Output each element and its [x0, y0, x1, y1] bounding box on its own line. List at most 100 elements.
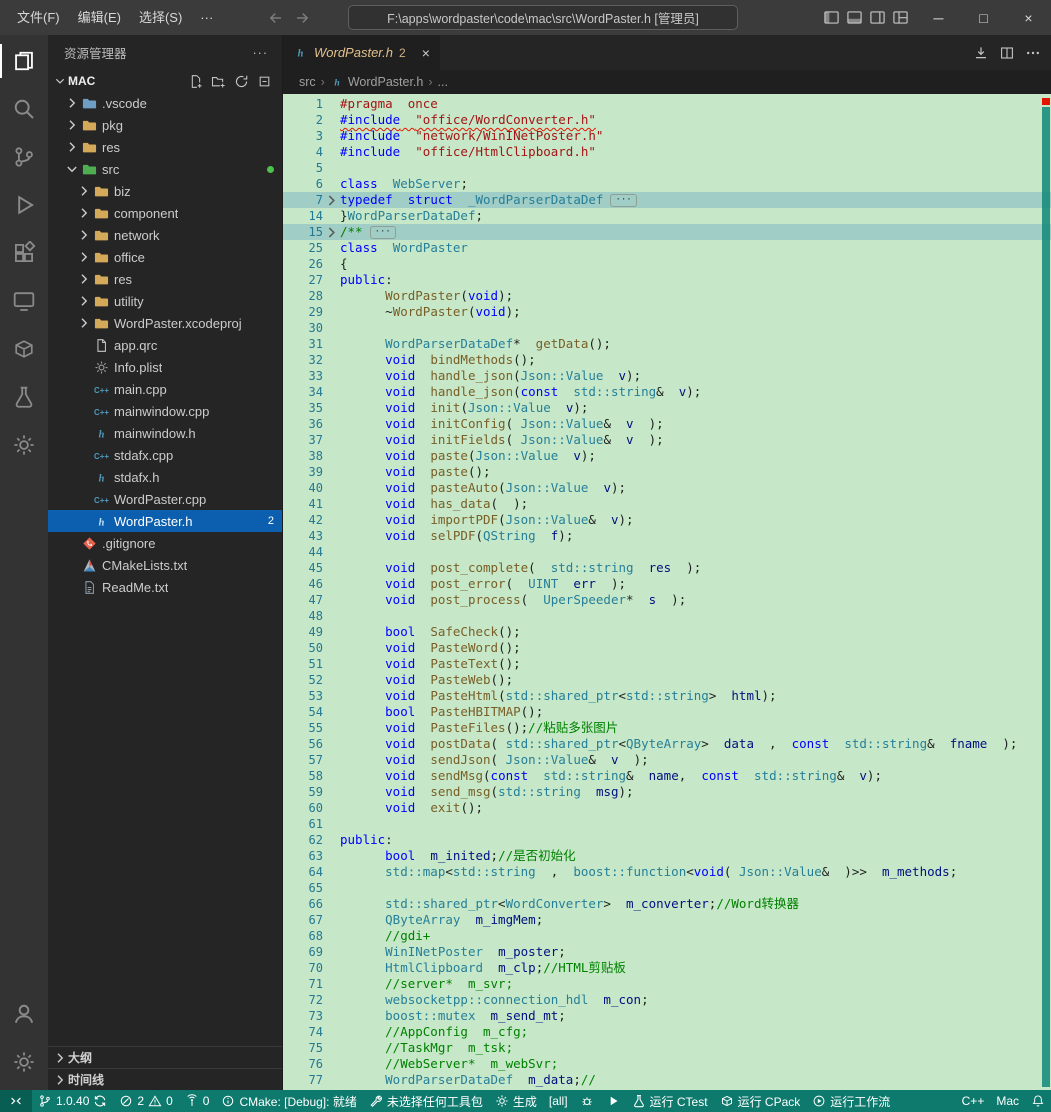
- explorer-section-mac[interactable]: MAC: [48, 70, 282, 92]
- close-button[interactable]: ×: [1006, 0, 1051, 35]
- code-line-54[interactable]: 54 bool PasteHBITMAP();: [283, 704, 1051, 720]
- explorer-more-actions[interactable]: ···: [253, 46, 269, 60]
- breadcrumb-item-src[interactable]: src: [299, 75, 316, 89]
- tab-close-icon[interactable]: ×: [422, 45, 430, 61]
- chevron-right-icon[interactable]: [64, 95, 80, 111]
- code-line-49[interactable]: 49 bool SafeCheck();: [283, 624, 1051, 640]
- code-line-53[interactable]: 53 void PasteHtml(std::shared_ptr<std::s…: [283, 688, 1051, 704]
- panel-大纲[interactable]: 大纲: [48, 1046, 282, 1068]
- chevron-right-icon[interactable]: [76, 205, 92, 221]
- code-line-59[interactable]: 59 void send_msg(std::string msg);: [283, 784, 1051, 800]
- minimize-button[interactable]: ─: [916, 0, 961, 35]
- code-line-45[interactable]: 45 void post_complete( std::string res )…: [283, 560, 1051, 576]
- code-line-28[interactable]: 28 WordPaster(void);: [283, 288, 1051, 304]
- tree-item-wordpaster-xcodeproj[interactable]: WordPaster.xcodeproj: [48, 312, 282, 334]
- fold-chevron-icon[interactable]: [323, 224, 340, 241]
- breadcrumb-item-wordpaster-h[interactable]: hWordPaster.h: [330, 75, 424, 89]
- code-editor[interactable]: 1#pragma once2#include "office/WordConve…: [283, 94, 1051, 1090]
- code-line-40[interactable]: 40 void pasteAuto(Json::Value v);: [283, 480, 1051, 496]
- tree-item-stdafx-cpp[interactable]: C++stdafx.cpp: [48, 444, 282, 466]
- code-line-56[interactable]: 56 void postData( std::shared_ptr<QByteA…: [283, 736, 1051, 752]
- folded-code-badge[interactable]: ···: [610, 194, 636, 207]
- new-file-button[interactable]: [188, 74, 203, 89]
- toggle-secondary-sidebar-button[interactable]: [869, 9, 886, 26]
- code-line-33[interactable]: 33 void handle_json(Json::Value v);: [283, 368, 1051, 384]
- code-line-5[interactable]: 5: [283, 160, 1051, 176]
- code-line-46[interactable]: 46 void post_error( UINT err );: [283, 576, 1051, 592]
- fold-chevron-icon[interactable]: [323, 192, 340, 209]
- code-line-55[interactable]: 55 void PasteFiles();//粘贴多张图片: [283, 720, 1051, 736]
- code-line-51[interactable]: 51 void PasteText();: [283, 656, 1051, 672]
- tree-item-utility[interactable]: utility: [48, 290, 282, 312]
- tree-item-network[interactable]: network: [48, 224, 282, 246]
- chevron-right-icon[interactable]: [76, 249, 92, 265]
- code-line-72[interactable]: 72 websocketpp::connection_hdl m_con;: [283, 992, 1051, 1008]
- activity-containers[interactable]: [0, 325, 48, 373]
- tree-item-gitignore[interactable]: .gitignore: [48, 532, 282, 554]
- code-line-42[interactable]: 42 void importPDF(Json::Value& v);: [283, 512, 1051, 528]
- tree-item-src[interactable]: src: [48, 158, 282, 180]
- code-line-63[interactable]: 63 bool m_inited;//是否初始化: [283, 848, 1051, 864]
- panel-时间线[interactable]: 时间线: [48, 1068, 282, 1090]
- menu-文件-f[interactable]: 文件(F): [8, 0, 69, 35]
- activity-explorer[interactable]: [0, 37, 48, 85]
- code-line-2[interactable]: 2#include "office/WordConverter.h": [283, 112, 1051, 128]
- tree-item-mainwindow-h[interactable]: hmainwindow.h: [48, 422, 282, 444]
- code-line-35[interactable]: 35 void init(Json::Value v);: [283, 400, 1051, 416]
- code-line-1[interactable]: 1#pragma once: [283, 96, 1051, 112]
- status-remote[interactable]: [0, 1090, 32, 1112]
- chevron-right-icon[interactable]: [76, 227, 92, 243]
- tree-item-res[interactable]: res: [48, 268, 282, 290]
- code-line-64[interactable]: 64 std::map<std::string , boost::functio…: [283, 864, 1051, 880]
- code-line-36[interactable]: 36 void initConfig( Json::Value& v );: [283, 416, 1051, 432]
- command-center[interactable]: F:\apps\wordpaster\code\mac\src\WordPast…: [348, 5, 738, 30]
- code-line-57[interactable]: 57 void sendJson( Json::Value& v );: [283, 752, 1051, 768]
- refresh-button[interactable]: [234, 74, 249, 89]
- tree-item-res[interactable]: res: [48, 136, 282, 158]
- toggle-primary-sidebar-button[interactable]: [823, 9, 840, 26]
- tree-item-wordpaster-cpp[interactable]: C++WordPaster.cpp: [48, 488, 282, 510]
- code-line-58[interactable]: 58 void sendMsg(const std::string& name,…: [283, 768, 1051, 784]
- status-cmake-status[interactable]: CMake: [Debug]: 就绪: [215, 1090, 362, 1112]
- status-cmake-launch[interactable]: [600, 1090, 626, 1112]
- more-actions-button[interactable]: [1025, 45, 1041, 61]
- code-line-3[interactable]: 3#include "network/WinINetPoster.h": [283, 128, 1051, 144]
- code-line-68[interactable]: 68 //gdi+: [283, 928, 1051, 944]
- chevron-right-icon[interactable]: [64, 139, 80, 155]
- code-line-70[interactable]: 70 HtmlClipboard m_clp;//HTML剪贴板: [283, 960, 1051, 976]
- code-line-6[interactable]: 6class WebServer;: [283, 176, 1051, 192]
- code-line-4[interactable]: 4#include "office/HtmlClipboard.h": [283, 144, 1051, 160]
- activity-cmake-tools[interactable]: [0, 421, 48, 469]
- status-broadcast[interactable]: 0: [179, 1090, 216, 1112]
- tree-item-main-cpp[interactable]: C++main.cpp: [48, 378, 282, 400]
- tree-item-stdafx-h[interactable]: hstdafx.h: [48, 466, 282, 488]
- status-ctest[interactable]: 运行 CTest: [626, 1090, 714, 1112]
- code-line-66[interactable]: 66 std::shared_ptr<WordConverter> m_conv…: [283, 896, 1051, 912]
- chevron-right-icon[interactable]: [64, 117, 80, 133]
- chevron-right-icon[interactable]: [76, 315, 92, 331]
- code-line-41[interactable]: 41 void has_data( );: [283, 496, 1051, 512]
- code-line-30[interactable]: 30: [283, 320, 1051, 336]
- status-git-branch[interactable]: 1.0.40: [32, 1090, 113, 1112]
- tree-item-readme-txt[interactable]: ReadMe.txt: [48, 576, 282, 598]
- split-editor-button[interactable]: [999, 45, 1015, 61]
- activity-search[interactable]: [0, 85, 48, 133]
- activity-testing[interactable]: [0, 373, 48, 421]
- tree-item-app-qrc[interactable]: app.qrc: [48, 334, 282, 356]
- activity-run-debug[interactable]: [0, 181, 48, 229]
- tree-item-wordpaster-h[interactable]: hWordPaster.h2: [48, 510, 282, 532]
- code-line-75[interactable]: 75 //TaskMgr m_tsk;: [283, 1040, 1051, 1056]
- status-cmake-target[interactable]: [all]: [543, 1090, 574, 1112]
- status-platform[interactable]: Mac: [990, 1090, 1025, 1112]
- tree-item-office[interactable]: office: [48, 246, 282, 268]
- customize-layout-button[interactable]: [892, 9, 909, 26]
- status-workflow[interactable]: 运行工作流: [806, 1090, 896, 1112]
- code-line-48[interactable]: 48: [283, 608, 1051, 624]
- tree-item-component[interactable]: component: [48, 202, 282, 224]
- code-line-15[interactable]: 15/**···: [283, 224, 1051, 240]
- status-notifications[interactable]: [1025, 1090, 1051, 1112]
- chevron-down-icon[interactable]: [64, 161, 80, 177]
- code-line-34[interactable]: 34 void handle_json(const std::string& v…: [283, 384, 1051, 400]
- code-line-50[interactable]: 50 void PasteWord();: [283, 640, 1051, 656]
- code-line-61[interactable]: 61: [283, 816, 1051, 832]
